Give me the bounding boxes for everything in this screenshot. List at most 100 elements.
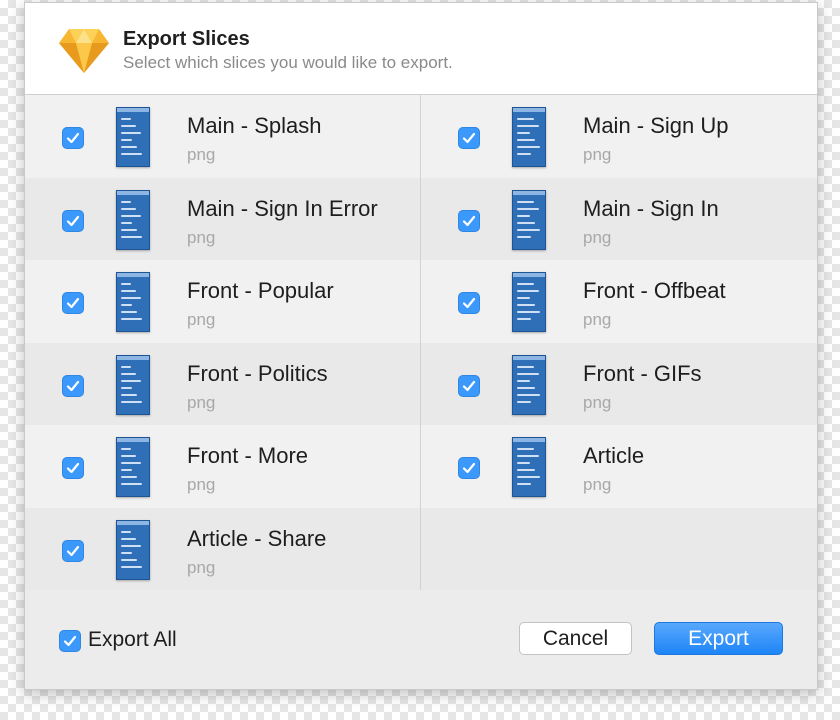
slice-format: png bbox=[187, 227, 216, 247]
thumbnail-line bbox=[121, 565, 142, 568]
slice-name: Front - Politics bbox=[187, 360, 328, 386]
thumbnail-status-bar bbox=[513, 108, 545, 112]
thumbnail-line bbox=[517, 228, 540, 231]
dialog-title: Export Slices bbox=[123, 28, 250, 50]
thumbnail-line bbox=[517, 386, 535, 389]
slice-checkbox[interactable] bbox=[458, 209, 480, 232]
thumbnail-line bbox=[517, 476, 540, 478]
thumbnail-line bbox=[121, 311, 137, 313]
slice-checkbox[interactable] bbox=[458, 457, 480, 479]
slice-row[interactable]: Front - More png bbox=[25, 425, 420, 508]
thumbnail-line bbox=[121, 455, 136, 457]
slice-thumbnail bbox=[512, 189, 546, 250]
export-slices-dialog: Export Slices Select which slices you wo… bbox=[24, 2, 818, 690]
checkmark-icon bbox=[462, 462, 476, 474]
slice-row[interactable]: Article png bbox=[421, 425, 817, 508]
export-all-checkbox[interactable] bbox=[59, 630, 81, 652]
thumbnail-line bbox=[121, 462, 141, 464]
slice-name: Main - Sign Up bbox=[583, 113, 729, 138]
slice-checkbox[interactable] bbox=[62, 292, 84, 314]
thumbnail-line bbox=[121, 297, 141, 299]
slice-checkbox[interactable] bbox=[62, 209, 84, 232]
thumbnail-line bbox=[517, 153, 531, 155]
thumbnail-status-bar bbox=[513, 190, 545, 195]
sketch-diamond-icon bbox=[59, 29, 109, 73]
slice-checkbox[interactable] bbox=[62, 457, 84, 479]
checkmark-icon bbox=[63, 635, 77, 647]
thumbnail-status-bar bbox=[117, 190, 149, 195]
slice-checkbox[interactable] bbox=[62, 127, 84, 149]
slice-format: png bbox=[187, 145, 216, 164]
slice-row[interactable]: Article - Share png bbox=[25, 508, 420, 591]
thumbnail-line bbox=[517, 379, 530, 382]
slice-name: Front - More bbox=[187, 443, 309, 468]
thumbnail-line bbox=[517, 139, 535, 141]
slice-row[interactable]: Front - Politics png bbox=[25, 343, 420, 426]
checkmark-icon bbox=[462, 215, 476, 226]
slice-row[interactable]: Front - Popular png bbox=[25, 260, 420, 343]
thumbnail-line bbox=[121, 393, 137, 396]
slice-thumbnail bbox=[116, 189, 150, 250]
thumbnail-line bbox=[517, 469, 535, 471]
slice-format: png bbox=[187, 557, 216, 577]
thumbnail-line bbox=[517, 400, 531, 403]
export-all-label[interactable]: Export All bbox=[88, 628, 177, 652]
slice-checkbox[interactable] bbox=[458, 374, 480, 397]
slice-format: png bbox=[187, 475, 216, 494]
thumbnail-line bbox=[121, 132, 141, 134]
thumbnail-line bbox=[121, 221, 132, 224]
thumbnail-line bbox=[121, 207, 136, 210]
checkmark-icon bbox=[462, 380, 476, 391]
export-button[interactable]: Export bbox=[654, 622, 783, 655]
thumbnail-line bbox=[121, 153, 142, 155]
thumbnail-line bbox=[517, 200, 534, 203]
thumbnail-status-bar bbox=[513, 355, 545, 360]
thumbnail-line bbox=[517, 207, 539, 210]
thumbnail-line bbox=[121, 537, 136, 540]
thumbnail-line bbox=[517, 455, 539, 457]
thumbnail-line bbox=[517, 372, 539, 375]
slice-checkbox[interactable] bbox=[458, 127, 480, 149]
dialog-subtitle: Select which slices you would like to ex… bbox=[123, 53, 453, 72]
thumbnail-line bbox=[121, 304, 132, 306]
slice-format: png bbox=[583, 227, 612, 247]
thumbnail-line bbox=[121, 214, 141, 217]
slice-row[interactable]: Main - Sign In Error png bbox=[25, 178, 420, 261]
slice-row[interactable]: Main - Sign Up png bbox=[421, 95, 817, 178]
thumbnail-line bbox=[121, 469, 132, 471]
slice-thumbnail bbox=[512, 272, 546, 332]
dialog-footer: Export All Cancel Export bbox=[25, 590, 817, 689]
slice-name: Main - Splash bbox=[187, 113, 322, 138]
thumbnail-line bbox=[517, 221, 535, 224]
slice-row[interactable]: Main - Splash png bbox=[25, 95, 420, 178]
slice-thumbnail bbox=[116, 107, 150, 167]
thumbnail-line bbox=[121, 400, 142, 403]
slice-row[interactable]: Front - GIFs png bbox=[421, 343, 817, 426]
thumbnail-line bbox=[121, 558, 137, 561]
slice-row[interactable]: Front - Offbeat png bbox=[421, 260, 817, 343]
slice-thumbnail bbox=[116, 437, 150, 497]
thumbnail-line bbox=[121, 551, 132, 554]
thumbnail-line bbox=[121, 235, 142, 238]
slice-checkbox[interactable] bbox=[62, 539, 84, 562]
thumbnail-line bbox=[121, 290, 136, 292]
slice-row[interactable]: Main - Sign In png bbox=[421, 178, 817, 261]
cancel-button[interactable]: Cancel bbox=[519, 622, 632, 655]
thumbnail-line bbox=[121, 544, 141, 547]
thumbnail-line bbox=[517, 118, 534, 120]
thumbnail-line bbox=[121, 228, 137, 231]
slice-name: Front - Offbeat bbox=[583, 278, 726, 303]
thumbnail-line bbox=[517, 318, 531, 320]
thumbnail-status-bar bbox=[513, 273, 545, 277]
thumbnail-line bbox=[517, 125, 539, 127]
thumbnail-line bbox=[121, 139, 132, 141]
slice-name: Main - Sign In Error bbox=[187, 195, 378, 221]
thumbnail-status-bar bbox=[117, 520, 149, 525]
slice-format: png bbox=[583, 145, 612, 164]
slices-column-left: Main - Splash png Main - Sign In Error png F… bbox=[25, 95, 421, 591]
thumbnail-line bbox=[121, 118, 131, 120]
slice-checkbox[interactable] bbox=[458, 292, 480, 314]
thumbnail-line bbox=[121, 530, 131, 533]
slice-checkbox[interactable] bbox=[62, 374, 84, 397]
thumbnail-status-bar bbox=[117, 355, 149, 360]
